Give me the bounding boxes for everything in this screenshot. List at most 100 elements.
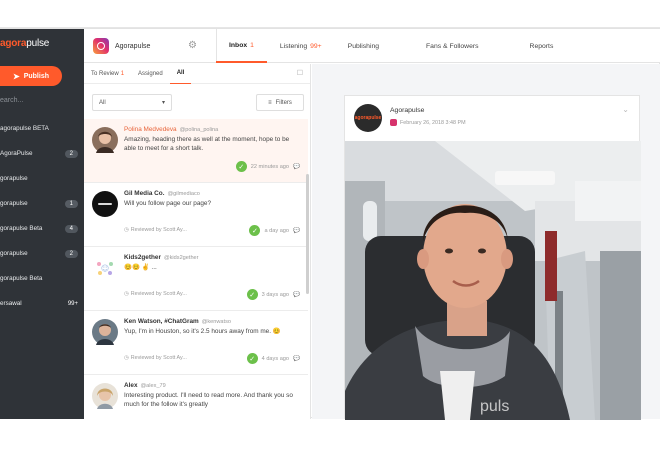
author-handle: @alex_79: [140, 383, 166, 389]
tab-label: Reports: [529, 42, 554, 50]
message-author: Gil Media Co. @gilmediaco: [124, 190, 302, 197]
sidebar-item[interactable]: agorapulse BETA: [0, 116, 84, 141]
author-handle: @gilmediaco: [167, 191, 200, 197]
gear-icon[interactable]: ⚙: [188, 40, 197, 51]
check-icon[interactable]: ✓: [249, 225, 261, 236]
svg-text:puls: puls: [480, 398, 509, 415]
message-author: Alex @alex_79: [124, 382, 302, 389]
message-item[interactable]: Polina Medvedeva @polina_polina Amazing, …: [84, 119, 308, 183]
reviewed-text: Reviewed by Scott Ay...: [130, 355, 187, 361]
tab-listening[interactable]: Listening 99+: [267, 29, 335, 63]
account-selector[interactable]: Agorapulse: [93, 38, 150, 54]
bulk-edit-icon[interactable]: ☐: [297, 69, 303, 77]
sidebar-item-badge: 4: [64, 224, 78, 233]
post-card: agorapulse Agorapulse February 26, 2018 …: [344, 95, 641, 420]
message-status: ✓ 3 days ago 💬: [246, 289, 300, 300]
sidebar-item-badge: 2: [64, 149, 78, 158]
sidebar-item-label: agorapulse BETA: [0, 125, 49, 132]
sidebar-item-badge: 2: [64, 249, 78, 258]
sidebar-item[interactable]: gorapulse Beta: [0, 266, 84, 291]
avatar: ☺: [92, 255, 118, 281]
avatar: [92, 383, 118, 409]
message-status: ✓ 22 minutes ago 💬: [235, 161, 300, 172]
top-header: Agorapulse ⚙ Inbox 1 Listening 99+ Publi…: [84, 29, 660, 63]
reviewed-by: ◷ Reviewed by Scott Ay...: [124, 355, 187, 361]
filter-tab-to-review[interactable]: To Review 1: [84, 64, 131, 84]
filter-tab-label: Assigned: [138, 70, 163, 77]
app-logo[interactable]: agorapulse: [0, 38, 49, 49]
instagram-icon: [93, 38, 109, 54]
reply-icon[interactable]: 💬: [293, 164, 300, 170]
author-name: Polina Medvedeva: [124, 126, 177, 133]
post-date: February 26, 2018 3:48 PM: [400, 119, 466, 126]
sidebar-item[interactable]: AgoraPulse 2: [0, 141, 84, 166]
browser-top-bar: [0, 0, 660, 28]
post-author: Agorapulse: [390, 107, 425, 114]
instagram-icon: [390, 119, 397, 126]
send-icon: ➤: [13, 71, 20, 81]
inbox-list-panel: To Review 1 Assigned All ☐ All ▾ ≡ Filte…: [84, 64, 311, 419]
logo-text-b: pulse: [26, 38, 50, 49]
app-window: agorapulse ➤ Publish earch... agorapulse…: [0, 28, 660, 420]
message-text: 😊😊 ✌ ...: [124, 264, 157, 271]
filter-tab-all[interactable]: All: [169, 64, 192, 84]
filters-label: Filters: [275, 99, 292, 106]
message-author: Kids2gether @kids2gether: [124, 254, 302, 261]
tab-label: Publishing: [347, 42, 380, 50]
logo-text-a: agora: [0, 38, 27, 49]
tab-label: Fans & Followers: [426, 42, 479, 50]
more-options-icon[interactable]: ⌄: [622, 105, 629, 114]
reply-icon[interactable]: 💬: [293, 228, 300, 234]
type-select[interactable]: All ▾: [92, 94, 172, 111]
avatar-text: agorapulse: [354, 115, 382, 121]
message-item[interactable]: Alex @alex_79 Interesting product. I'll n…: [84, 375, 308, 419]
publish-button[interactable]: ➤ Publish: [0, 66, 62, 86]
select-value: All: [99, 99, 106, 106]
screenshot-frame: agorapulse ➤ Publish earch... agorapulse…: [0, 0, 660, 470]
sidebar-item[interactable]: gorapulse Beta 4: [0, 216, 84, 241]
tab-reports[interactable]: Reports: [517, 29, 567, 63]
sidebar-item[interactable]: gorapulse 2: [0, 241, 84, 266]
clock-icon: ◷: [124, 355, 129, 361]
sidebar-item-label: gorapulse: [0, 175, 28, 182]
author-name: Kids2gether: [124, 254, 161, 261]
reviewed-by: ◷ Reviewed by Scott Ay...: [124, 227, 187, 233]
check-icon[interactable]: ✓: [246, 289, 258, 300]
tab-count: 99+: [310, 42, 322, 50]
sidebar-item[interactable]: ersawal 99+: [0, 291, 84, 316]
message-item[interactable]: Gil Media Co. @gilmediaco Will you follow…: [84, 183, 308, 247]
filter-tab-label: To Review: [91, 70, 119, 77]
message-text: Interesting product. I'll need to read m…: [124, 392, 293, 408]
post-photo[interactable]: puls: [345, 141, 641, 420]
author-name: Alex: [124, 382, 138, 389]
sidebar-search-input[interactable]: earch...: [0, 97, 23, 104]
author-name: Gil Media Co.: [124, 190, 165, 197]
filter-tab-assigned[interactable]: Assigned: [131, 64, 170, 84]
avatar: [92, 319, 118, 345]
sidebar-item-active[interactable]: gorapulse 1: [0, 191, 84, 216]
post-date-row: February 26, 2018 3:48 PM: [390, 119, 466, 126]
check-icon[interactable]: ✓: [246, 353, 258, 364]
avatar: [92, 127, 118, 153]
sidebar-item[interactable]: gorapulse: [0, 166, 84, 191]
message-item[interactable]: Ken Watson, #ChatGram @kenwatso Yup, I'm …: [84, 311, 308, 375]
tab-fans-followers[interactable]: Fans & Followers: [413, 29, 517, 63]
reply-icon[interactable]: 💬: [293, 292, 300, 298]
tab-label: Inbox: [229, 41, 248, 49]
list-scrollbar[interactable]: [306, 174, 309, 294]
sidebar-item-badge: 1: [64, 199, 78, 208]
avatar: [92, 191, 118, 217]
message-text: Will you follow page our page?: [124, 200, 212, 207]
message-time: a day ago: [264, 227, 290, 234]
sidebar: agorapulse ➤ Publish earch... agorapulse…: [0, 29, 84, 419]
filter-icon: ≡: [268, 99, 272, 106]
check-icon[interactable]: ✓: [235, 161, 247, 172]
post-preview-panel: agorapulse Agorapulse February 26, 2018 …: [312, 64, 660, 420]
reply-icon[interactable]: 💬: [293, 356, 300, 362]
tab-inbox[interactable]: Inbox 1: [216, 29, 267, 63]
filters-button[interactable]: ≡ Filters: [256, 94, 304, 111]
message-text: Amazing, heading there as well at the mo…: [124, 136, 290, 152]
message-item[interactable]: ☺ Kids2gether @kids2gether 😊😊 ✌ ... ◷ Revi…: [84, 247, 308, 311]
chevron-down-icon: ▾: [161, 100, 165, 106]
tab-publishing[interactable]: Publishing: [335, 29, 413, 63]
